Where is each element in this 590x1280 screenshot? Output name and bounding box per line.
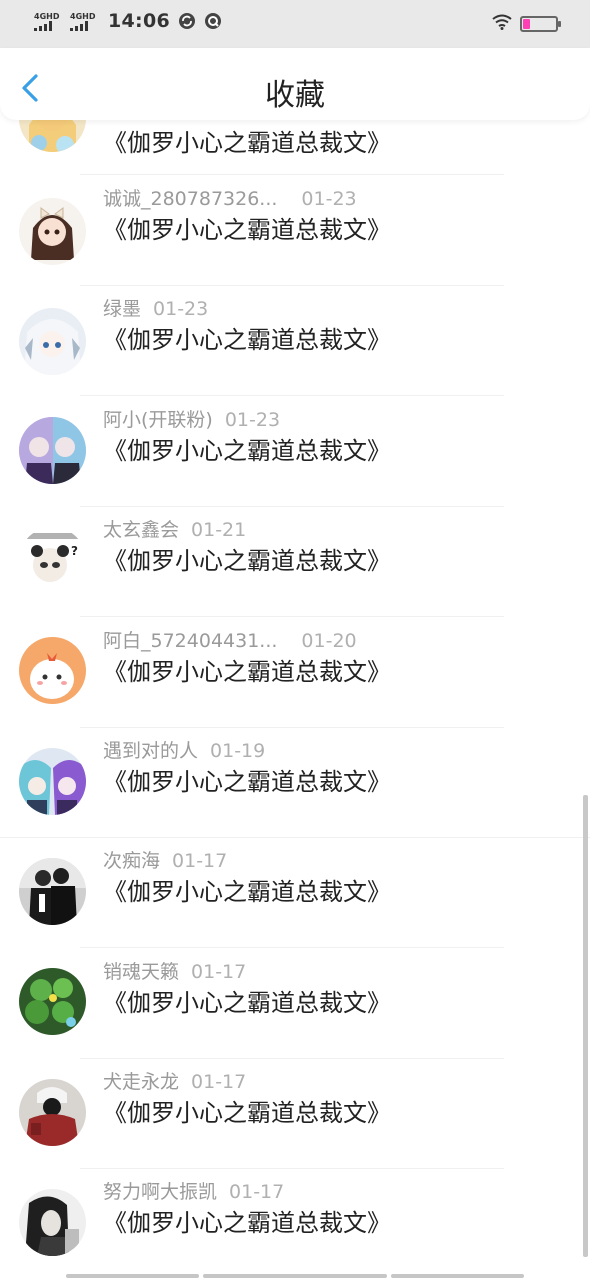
item-meta: 遇到对的人 01-19 (103, 736, 265, 763)
post-title: 《伽罗小心之霸道总裁文》 (103, 878, 391, 906)
scrollbar[interactable] (583, 795, 588, 1257)
list-item[interactable]: 遇到对的人 01-19 《伽罗小心之霸道总裁文》 (0, 728, 590, 838)
favorites-list: 《伽罗小心之霸道总裁文》 诚诚_280787326... 01-23 《伽罗小心之… (0, 0, 590, 1280)
list-item[interactable]: 阿白_572404431... 01-20 《伽罗小心之霸道总裁文》 (0, 618, 590, 728)
nav-indicator (391, 1274, 524, 1278)
username[interactable]: 销魂天籁 (103, 961, 179, 983)
username[interactable]: 太玄鑫会 (103, 519, 179, 541)
signal-icon: 4GHD (70, 12, 98, 31)
qq-icon (204, 12, 222, 30)
post-title: 《伽罗小心之霸道总裁文》 (103, 658, 391, 686)
post-title: 《伽罗小心之霸道总裁文》 (103, 216, 391, 244)
username[interactable]: 诚诚_280787326... (103, 188, 277, 210)
avatar[interactable] (19, 748, 86, 815)
avatar[interactable] (19, 1079, 86, 1146)
item-meta: 次痴海 01-17 (103, 846, 227, 873)
post-title: 《伽罗小心之霸道总裁文》 (103, 437, 391, 465)
username[interactable]: 遇到对的人 (103, 740, 198, 762)
item-meta: 阿小(开联粉) 01-23 (103, 405, 280, 432)
item-meta: 犬走永龙 01-17 (103, 1067, 246, 1094)
post-title: 《伽罗小心之霸道总裁文》 (103, 768, 391, 796)
post-title: 《伽罗小心之霸道总裁文》 (103, 1209, 391, 1237)
username[interactable]: 阿小(开联粉) (103, 409, 213, 431)
wifi-icon (492, 14, 512, 34)
date: 01-17 (229, 1181, 285, 1203)
svg-text:?: ? (71, 544, 78, 558)
signal-icon: 4GHD (34, 12, 62, 31)
date: 01-17 (191, 1071, 247, 1093)
divider (80, 616, 504, 617)
list-item[interactable]: 销魂天籁 01-17 《伽罗小心之霸道总裁文》 (0, 949, 590, 1059)
username[interactable]: 阿白_572404431... (103, 630, 277, 652)
list-item[interactable]: 绿墨 01-23 《伽罗小心之霸道总裁文》 (0, 286, 590, 396)
clock: 14:06 (108, 10, 170, 32)
nav-indicator (203, 1274, 387, 1278)
username[interactable]: 次痴海 (103, 850, 160, 872)
status-right (492, 14, 561, 34)
avatar[interactable] (19, 637, 86, 704)
avatar[interactable] (19, 308, 86, 375)
post-title: 《伽罗小心之霸道总裁文》 (103, 547, 391, 575)
post-title: 《伽罗小心之霸道总裁文》 (103, 129, 391, 157)
avatar[interactable] (19, 1189, 86, 1256)
list-item[interactable]: 次痴海 01-17 《伽罗小心之霸道总裁文》 (0, 838, 590, 948)
item-meta: 销魂天籁 01-17 (103, 957, 246, 984)
divider (80, 947, 504, 948)
page-title: 收藏 (265, 78, 325, 113)
avatar[interactable] (19, 417, 86, 484)
item-meta: 绿墨 01-23 (103, 294, 208, 321)
post-title: 《伽罗小心之霸道总裁文》 (103, 989, 391, 1017)
list-item[interactable]: 阿小(开联粉) 01-23 《伽罗小心之霸道总裁文》 (0, 397, 590, 507)
date: 01-17 (191, 961, 247, 983)
date: 01-23 (224, 409, 281, 431)
avatar[interactable] (19, 858, 86, 925)
status-bar: 4GHD 4GHD 14:06 (0, 0, 590, 48)
battery-icon (520, 16, 561, 32)
list-item[interactable]: 犬走永龙 01-17 《伽罗小心之霸道总裁文》 (0, 1059, 590, 1169)
network-label: 4GHD (70, 11, 96, 21)
post-title: 《伽罗小心之霸道总裁文》 (103, 326, 391, 354)
status-left: 4GHD 4GHD 14:06 (34, 10, 222, 32)
item-meta: 阿白_572404431... 01-20 (103, 626, 357, 653)
date: 01-23 (153, 298, 209, 320)
list-item[interactable]: 努力啊大振凯 01-17 《伽罗小心之霸道总裁文》 (0, 1169, 590, 1279)
item-meta: 太玄鑫会 01-21 (103, 515, 246, 542)
divider (80, 174, 504, 175)
item-meta: 诚诚_280787326... 01-23 (103, 184, 357, 211)
network-label: 4GHD (34, 11, 60, 21)
item-meta: 努力啊大振凯 01-17 (103, 1177, 284, 1204)
header: 收藏 (0, 48, 590, 120)
divider (80, 395, 504, 396)
list-item[interactable]: ? 太玄鑫会 01-21 《伽罗小心之霸道总裁文》 (0, 507, 590, 617)
nav-indicator (66, 1274, 199, 1278)
post-title: 《伽罗小心之霸道总裁文》 (103, 1099, 391, 1127)
sync-icon (178, 12, 196, 30)
avatar[interactable]: ? (19, 527, 86, 594)
avatar[interactable] (19, 198, 86, 265)
date: 01-20 (301, 630, 357, 652)
date: 01-17 (172, 850, 228, 872)
username[interactable]: 努力啊大振凯 (103, 1181, 217, 1203)
date: 01-23 (301, 188, 357, 210)
avatar[interactable] (19, 968, 86, 1035)
date: 01-19 (210, 740, 266, 762)
date: 01-21 (191, 519, 247, 541)
list-item[interactable]: 诚诚_280787326... 01-23 《伽罗小心之霸道总裁文》 (0, 176, 590, 286)
username[interactable]: 绿墨 (103, 298, 141, 320)
username[interactable]: 犬走永龙 (103, 1071, 179, 1093)
